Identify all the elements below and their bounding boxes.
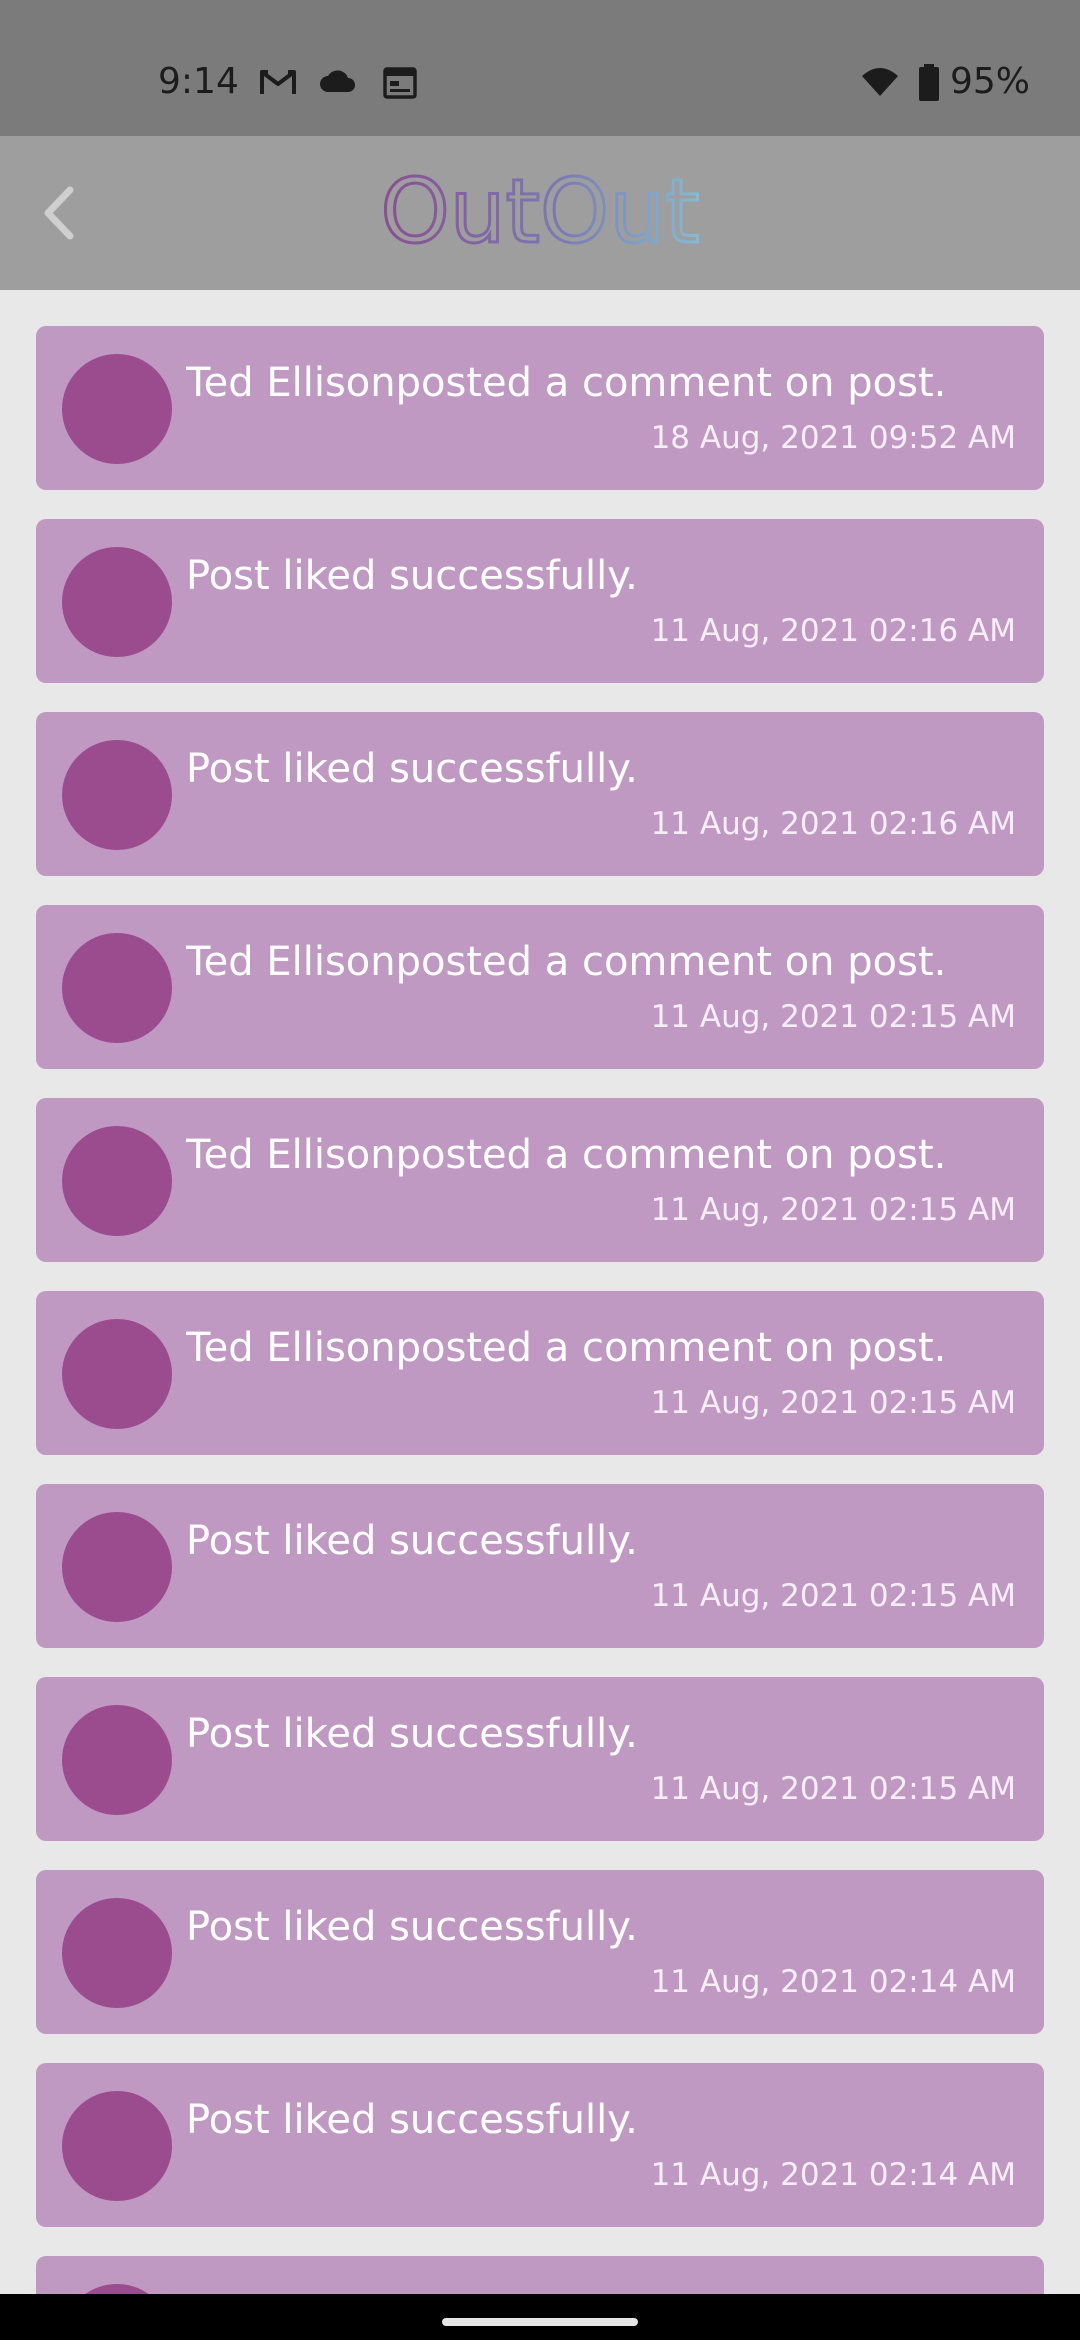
notification-message: Post liked successfully. — [186, 2286, 1024, 2294]
notification-message: Ted Ellisonposted a comment on post. — [186, 1132, 947, 1178]
notification-message: Ted Ellisonposted a comment on post. — [186, 1325, 947, 1371]
notification-message: Post liked successfully. — [186, 1711, 638, 1757]
app-logo: OutOut — [379, 162, 701, 265]
avatar — [62, 2091, 172, 2201]
notification-card[interactable]: Post liked successfully. 11 Aug, 2021 02:… — [36, 519, 1044, 683]
avatar — [62, 1126, 172, 1236]
avatar — [62, 547, 172, 657]
notification-timestamp: 11 Aug, 2021 02:15 AM — [650, 1192, 1016, 1228]
notification-message: Post liked successfully. — [186, 553, 638, 599]
notification-card[interactable]: Post liked successfully. 11 Aug, 2021 02:… — [36, 1677, 1044, 1841]
avatar — [62, 933, 172, 1043]
status-bar: 9:14 95% — [0, 0, 1080, 136]
cloud-icon — [320, 70, 355, 92]
avatar — [62, 354, 172, 464]
avatar — [62, 1319, 172, 1429]
notification-timestamp: 18 Aug, 2021 09:52 AM — [650, 420, 1016, 456]
notification-message: Post liked successfully. — [186, 1518, 638, 1564]
notification-timestamp: 11 Aug, 2021 02:15 AM — [650, 1771, 1016, 1807]
notification-card[interactable]: Post liked successfully. 11 Aug, 2021 02:… — [36, 712, 1044, 876]
notification-message: Ted Ellisonposted a comment on post. — [186, 939, 947, 985]
home-indicator[interactable] — [442, 2318, 638, 2326]
battery-icon — [919, 64, 939, 101]
wifi-icon — [862, 68, 898, 96]
battery-percentage: 95% — [950, 61, 1031, 102]
calendar-icon — [383, 67, 417, 99]
avatar — [62, 1705, 172, 1815]
notification-list[interactable]: Ted Ellisonposted a comment on post. 18 A… — [0, 290, 1080, 2294]
notification-timestamp: 11 Aug, 2021 02:15 AM — [650, 999, 1016, 1035]
notification-timestamp: 11 Aug, 2021 02:14 AM — [650, 2157, 1016, 2193]
navigation-bar — [0, 2294, 1080, 2340]
notification-timestamp: 11 Aug, 2021 02:15 AM — [650, 1385, 1016, 1421]
app-title: OutOut — [380, 162, 699, 263]
notification-timestamp: 11 Aug, 2021 02:16 AM — [650, 613, 1016, 649]
notification-message: Post liked successfully. — [186, 746, 638, 792]
notification-card[interactable]: Post liked successfully. 11 Aug, 2021 02:… — [36, 1484, 1044, 1648]
notification-card[interactable]: Post liked successfully. 11 Aug, 2021 02:… — [36, 2063, 1044, 2227]
notification-timestamp: 11 Aug, 2021 02:14 AM — [650, 1964, 1016, 2000]
notification-card[interactable]: Post liked successfully. 11 Aug, 2021 02:… — [36, 1870, 1044, 2034]
notification-message: Post liked successfully. — [186, 1904, 638, 1950]
notification-message: Post liked successfully. — [186, 2097, 638, 2143]
gmail-icon — [260, 70, 296, 94]
avatar — [62, 2284, 172, 2294]
notification-card[interactable]: Ted Ellisonposted a comment on post. 11 A… — [36, 1291, 1044, 1455]
notification-card[interactable]: Post liked successfully. — [36, 2256, 1044, 2294]
notification-timestamp: 11 Aug, 2021 02:15 AM — [650, 1578, 1016, 1614]
avatar — [62, 740, 172, 850]
status-time: 9:14 — [158, 61, 239, 102]
avatar — [62, 1512, 172, 1622]
notification-timestamp: 11 Aug, 2021 02:16 AM — [650, 806, 1016, 842]
notification-card[interactable]: Ted Ellisonposted a comment on post. 18 A… — [36, 326, 1044, 490]
back-button[interactable] — [28, 176, 98, 250]
notification-card[interactable]: Ted Ellisonposted a comment on post. 11 A… — [36, 1098, 1044, 1262]
app-bar: OutOut — [0, 136, 1080, 290]
notification-message: Ted Ellisonposted a comment on post. — [186, 360, 947, 406]
avatar — [62, 1898, 172, 2008]
notification-card[interactable]: Ted Ellisonposted a comment on post. 11 A… — [36, 905, 1044, 1069]
